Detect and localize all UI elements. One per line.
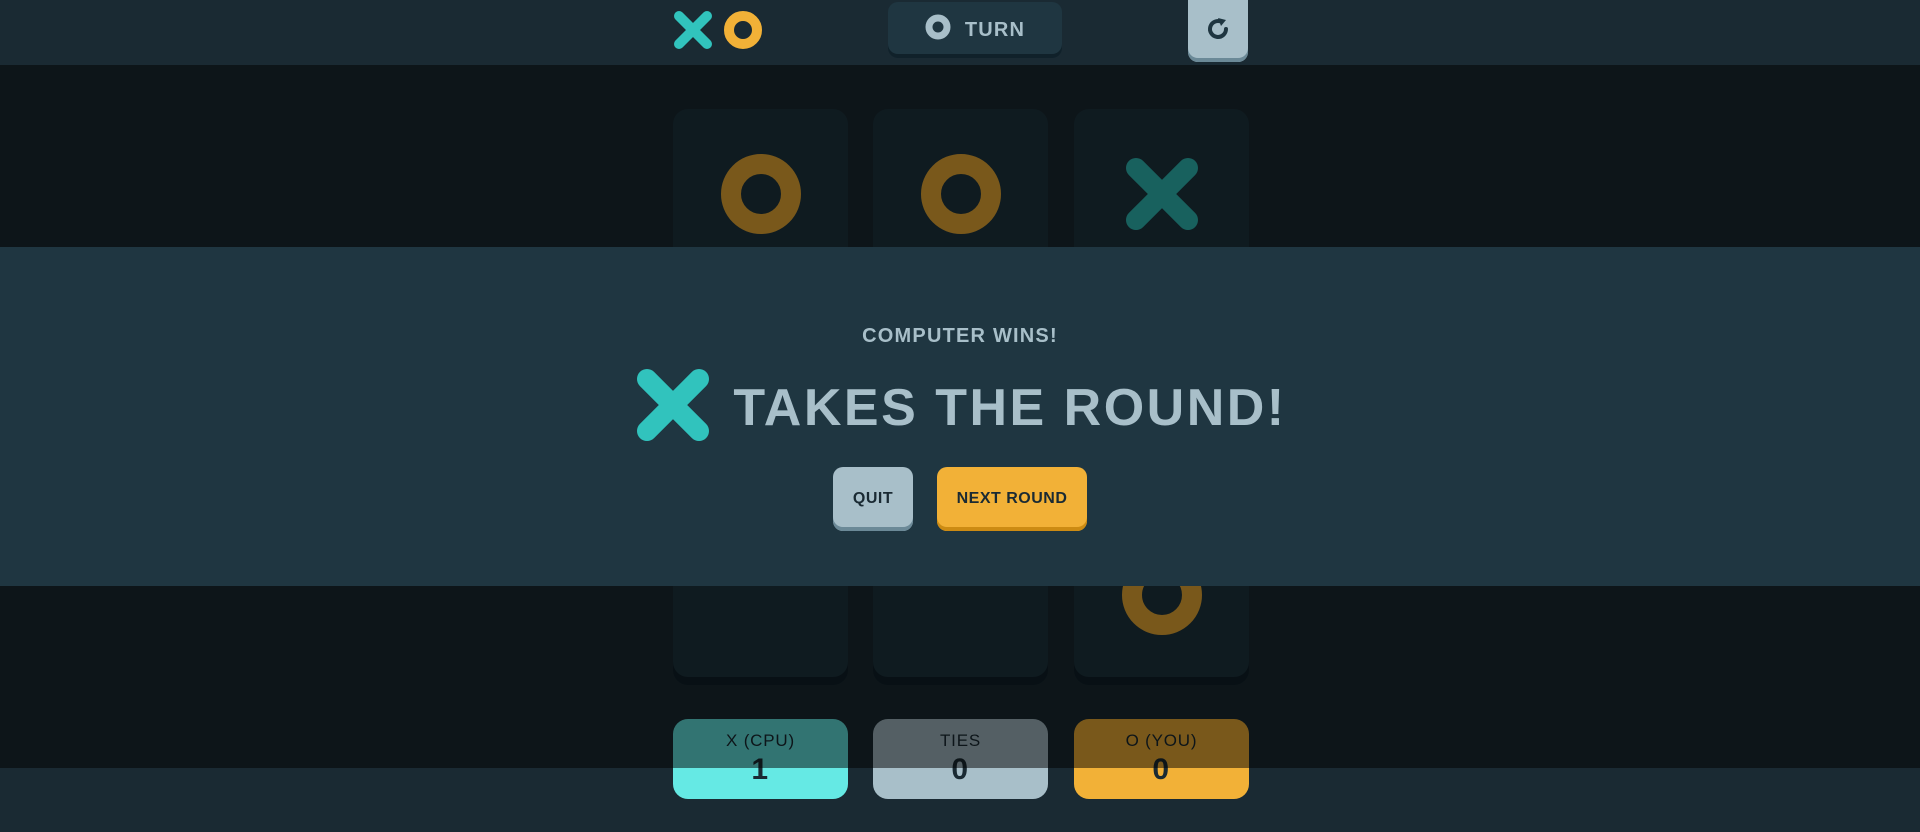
x-mark-icon xyxy=(633,365,713,450)
logo-o-icon xyxy=(724,11,762,49)
modal-title-row: TAKES THE ROUND! xyxy=(0,365,1920,450)
turn-indicator: TURN xyxy=(888,2,1062,58)
logo xyxy=(673,10,765,50)
logo-x-icon xyxy=(674,11,712,49)
game-header: TURN xyxy=(0,0,1920,65)
modal-subtitle: COMPUTER WINS! xyxy=(862,325,1058,347)
next-round-button[interactable]: NEXT ROUND xyxy=(937,467,1087,531)
turn-label: TURN xyxy=(964,18,1026,41)
quit-button[interactable]: QUIT xyxy=(833,467,913,531)
modal-title: TAKES THE ROUND! xyxy=(733,378,1287,437)
o-mark-icon xyxy=(925,14,951,46)
restart-icon xyxy=(1204,15,1232,48)
restart-button[interactable] xyxy=(1188,0,1248,62)
